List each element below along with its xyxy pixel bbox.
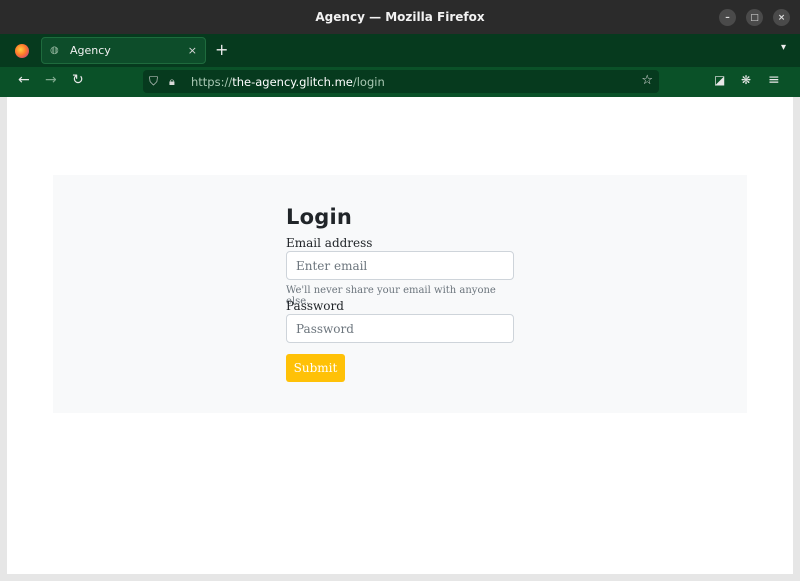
new-tab-button[interactable]: +	[215, 40, 228, 59]
lock-icon[interactable]: 🔒︎	[169, 75, 183, 89]
window-controls: – □ ×	[719, 9, 790, 26]
page-title: Login	[286, 205, 352, 229]
email-label: Email address	[286, 236, 373, 250]
url-scheme: https://	[191, 74, 233, 89]
bookmark-star-icon[interactable]: ☆	[641, 73, 653, 88]
email-help-text: We'll never share your email with anyone…	[286, 285, 496, 307]
menu-icon[interactable]: ≡	[768, 72, 780, 88]
url-host: the-agency.glitch.me	[232, 74, 353, 89]
maximize-button[interactable]: □	[746, 9, 763, 26]
list-all-tabs-button[interactable]: ▾	[781, 42, 786, 53]
url-bar[interactable]: ⛉ 🔒︎ https://the-agency.glitch.me/login …	[143, 70, 659, 93]
password-label: Password	[286, 299, 344, 313]
browser-window: Agency — Mozilla Firefox – □ × ◍ Agency …	[0, 0, 800, 581]
password-field[interactable]	[286, 314, 514, 343]
shield-icon[interactable]: ⛉	[149, 74, 165, 89]
tab-agency[interactable]: ◍ Agency ×	[41, 37, 206, 64]
submit-button[interactable]: Submit	[286, 354, 345, 382]
globe-icon: ◍	[50, 45, 59, 56]
login-form: Login Email address We'll never share yo…	[286, 205, 514, 382]
url-text[interactable]: https://the-agency.glitch.me/login	[191, 75, 385, 89]
email-field[interactable]	[286, 251, 514, 280]
reload-button[interactable]: ↻	[72, 72, 84, 88]
minimize-button[interactable]: –	[719, 9, 736, 26]
firefox-logo-icon[interactable]	[15, 43, 29, 58]
back-button[interactable]: ←	[18, 72, 30, 88]
window-border-bottom	[0, 574, 800, 581]
tab-title: Agency	[70, 44, 111, 57]
title-bar: Agency — Mozilla Firefox – □ ×	[0, 0, 800, 34]
forward-button[interactable]: →	[45, 72, 57, 88]
url-path: /login	[352, 74, 385, 89]
pocket-icon[interactable]: ◪	[714, 73, 725, 87]
window-border-right	[793, 97, 800, 581]
window-title: Agency — Mozilla Firefox	[315, 10, 485, 24]
extensions-icon[interactable]: ❋	[741, 73, 751, 87]
close-window-button[interactable]: ×	[773, 9, 790, 26]
login-panel: Login Email address We'll never share yo…	[53, 175, 747, 413]
close-tab-icon[interactable]: ×	[188, 44, 197, 57]
window-border-left	[0, 97, 7, 581]
page-viewport: Login Email address We'll never share yo…	[7, 97, 793, 574]
